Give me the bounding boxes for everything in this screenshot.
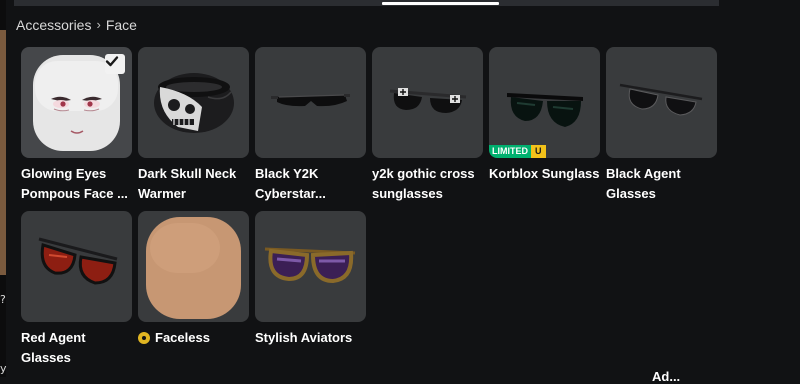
item-thumbnail[interactable] [138, 211, 249, 322]
unique-badge-label: U [531, 145, 546, 158]
robux-icon [138, 332, 150, 344]
item-name: Red Agent Glasses [21, 330, 86, 365]
korblox-sunglasses-icon [507, 93, 583, 127]
item-tile[interactable]: LIMITED U Korblox Sunglass [489, 47, 600, 184]
item-thumbnail[interactable] [138, 47, 249, 158]
item-name: Black Y2K Cyberstar... [255, 166, 326, 201]
item-tile[interactable]: Glowing Eyes Pompous Face ... [21, 47, 132, 204]
aviator-sunglasses-icon [264, 247, 356, 284]
item-tile[interactable]: Black Y2K Cyberstar... [255, 47, 366, 204]
agent-glasses-icon [619, 83, 703, 116]
item-thumbnail[interactable]: LIMITED U [489, 47, 600, 158]
item-name: Black Agent Glasses [606, 166, 681, 201]
category-tab-bar[interactable] [14, 0, 719, 6]
item-name: Faceless [155, 330, 210, 345]
item-tile[interactable]: Stylish Aviators [255, 211, 366, 348]
item-name: Stylish Aviators [255, 330, 353, 345]
item-thumbnail[interactable] [255, 47, 366, 158]
limited-unique-badge: LIMITED U [489, 145, 546, 158]
item-name: Korblox Sunglass [489, 166, 600, 181]
breadcrumb-separator-icon: › [96, 17, 101, 32]
faceless-head-icon [146, 217, 241, 319]
limited-badge-label: LIMITED [489, 145, 531, 158]
gothic-cross-sunglasses-icon [389, 88, 467, 113]
left-panel-edge [0, 0, 6, 377]
item-name: Dark Skull Neck Warmer [138, 166, 237, 201]
left-edge-glyph: ? [0, 293, 6, 306]
item-thumbnail[interactable] [606, 47, 717, 158]
item-tile[interactable]: Dark Skull Neck Warmer [138, 47, 249, 204]
item-name: Glowing Eyes Pompous Face ... [21, 166, 128, 201]
avatar-preview-edge [0, 30, 6, 275]
skull-neck-warmer-icon [154, 73, 234, 133]
black-visor-glasses-icon [271, 94, 350, 107]
item-name: y2k gothic cross sunglasses [372, 166, 475, 201]
item-tile[interactable]: Red Agent Glasses [21, 211, 132, 368]
breadcrumb-face: Face [105, 17, 137, 33]
breadcrumb: Accessories › Face [16, 17, 137, 33]
breadcrumb-accessories[interactable]: Accessories [16, 17, 91, 33]
selected-checkmark-icon [105, 54, 125, 74]
red-agent-glasses-icon [38, 237, 118, 285]
item-tile[interactable]: Faceless [138, 211, 249, 348]
item-tile[interactable]: Black Agent Glasses [606, 47, 717, 204]
item-thumbnail[interactable] [372, 47, 483, 158]
left-edge-glyph: y [0, 362, 7, 375]
active-tab-indicator [382, 2, 499, 5]
item-thumbnail[interactable] [21, 47, 132, 158]
item-tile[interactable]: y2k gothic cross sunglasses [372, 47, 483, 204]
item-thumbnail[interactable] [255, 211, 366, 322]
item-thumbnail[interactable] [21, 211, 132, 322]
